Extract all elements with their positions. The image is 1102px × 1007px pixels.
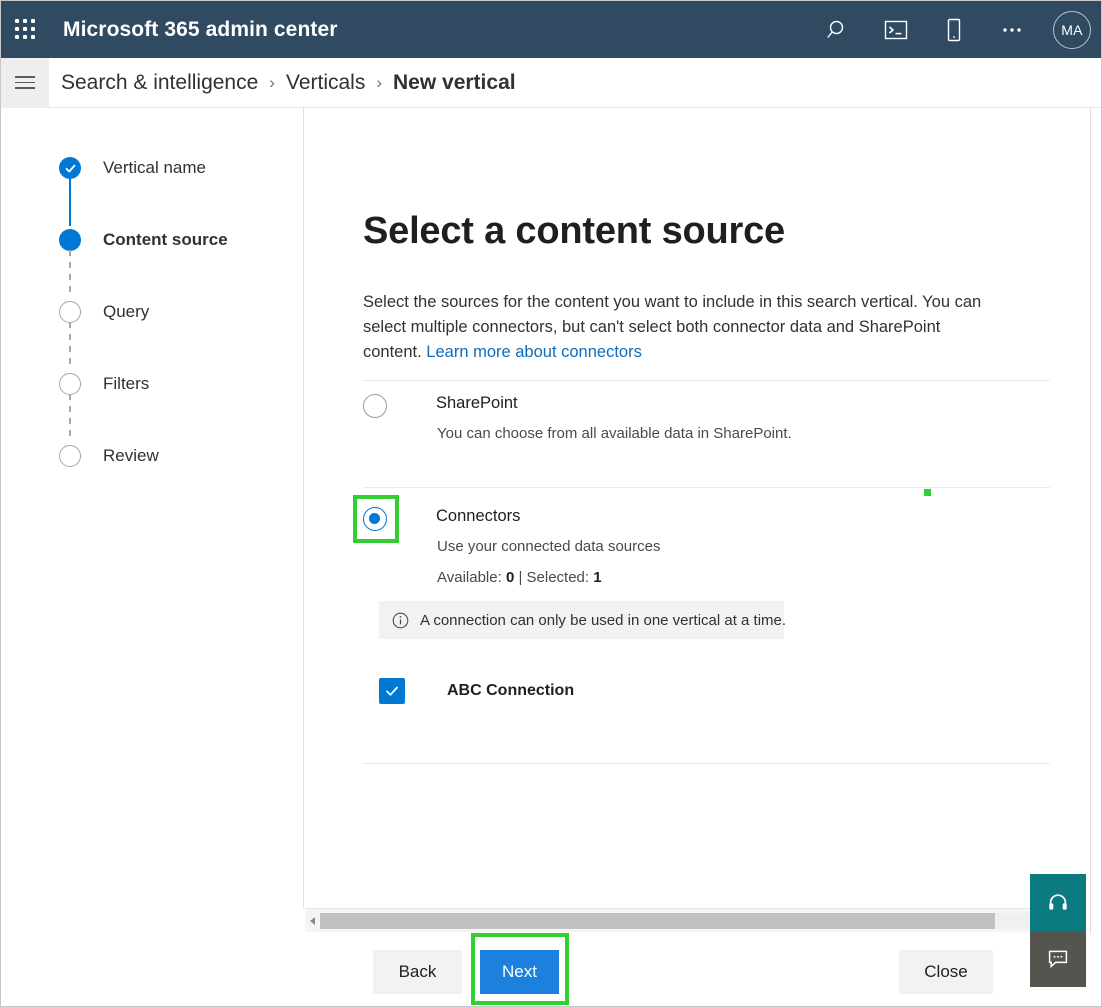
wizard-step-list: Vertical name Content source Query Filte…	[59, 156, 228, 468]
step-pending-circle-icon	[59, 373, 81, 395]
body-area: Vertical name Content source Query Filte…	[1, 108, 1101, 1006]
sharepoint-radio[interactable]	[363, 394, 387, 418]
breadcrumb-bar: Search & intelligence › Verticals › New …	[1, 57, 1101, 108]
wizard-step-label: Query	[103, 302, 150, 321]
connection-row[interactable]: ABC Connection	[379, 678, 574, 704]
step-connector	[69, 250, 71, 298]
learn-more-link[interactable]: Learn more about connectors	[426, 343, 642, 361]
breadcrumb-item-verticals[interactable]: Verticals	[286, 71, 365, 95]
step-pending-circle-icon	[59, 445, 81, 467]
app-launcher-waffle-icon[interactable]	[1, 1, 49, 58]
step-connector	[69, 322, 71, 370]
admin-center-window: Microsoft 365 admin center MA Search & i…	[0, 0, 1102, 1007]
wizard-steps-panel: Vertical name Content source Query Filte…	[1, 108, 304, 908]
available-label: Available:	[437, 569, 506, 586]
wizard-step-content-source[interactable]: Content source	[59, 228, 228, 298]
wizard-step-label: Filters	[103, 374, 150, 393]
scrollbar-thumb[interactable]	[320, 912, 995, 929]
hamburger-icon[interactable]	[1, 57, 49, 108]
option-title: SharePoint	[436, 394, 518, 412]
more-icon[interactable]	[983, 1, 1041, 58]
wizard-step-label: Review	[103, 446, 159, 465]
chevron-left-icon[interactable]	[305, 909, 320, 933]
breadcrumb-separator: ›	[269, 72, 275, 92]
close-button[interactable]: Close	[899, 950, 993, 994]
option-title: Connectors	[436, 507, 521, 525]
step-pending-circle-icon	[59, 301, 81, 323]
scrollbar-track[interactable]	[320, 912, 1050, 929]
step-connector	[69, 394, 71, 442]
page-title: Select a content source	[363, 210, 785, 252]
step-connector	[69, 178, 71, 226]
divider	[363, 380, 1050, 381]
main-content: Select a content source Select the sourc…	[305, 108, 1050, 908]
breadcrumb-item-search-intelligence[interactable]: Search & intelligence	[61, 71, 258, 95]
breadcrumb-item-new-vertical: New vertical	[393, 70, 516, 94]
wizard-step-review[interactable]: Review	[59, 444, 228, 468]
breadcrumb: Search & intelligence › Verticals › New …	[61, 71, 516, 95]
option-subtitle: You can choose from all available data i…	[437, 425, 792, 442]
info-message-text: A connection can only be used in one ver…	[420, 611, 787, 629]
waffle-grid	[14, 19, 36, 40]
wizard-step-vertical-name[interactable]: Vertical name	[59, 156, 228, 226]
suite-title: Microsoft 365 admin center	[63, 17, 338, 41]
option-subtitle: Use your connected data sources	[437, 538, 661, 555]
console-icon[interactable]	[867, 1, 925, 58]
green-dot-marker	[924, 489, 931, 496]
wizard-step-filters[interactable]: Filters	[59, 372, 228, 442]
divider	[363, 487, 1050, 488]
step-complete-check-icon	[59, 157, 81, 179]
wizard-step-label: Content source	[103, 230, 228, 249]
selected-count: 1	[593, 569, 602, 586]
wizard-step-query[interactable]: Query	[59, 300, 228, 370]
help-support-button[interactable]	[1030, 874, 1086, 931]
divider	[363, 763, 1050, 764]
mobile-icon[interactable]	[925, 1, 983, 58]
breadcrumb-separator: ›	[376, 72, 383, 92]
horizontal-scrollbar[interactable]	[305, 908, 1050, 932]
wizard-footer: Back Next Close	[1, 933, 1049, 1006]
avatar-initials: MA	[1053, 10, 1091, 49]
info-message-bar: A connection can only be used in one ver…	[379, 601, 787, 639]
option-counts: Available: 0 | Selected: 1	[437, 569, 602, 586]
abc-connection-label: ABC Connection	[447, 682, 575, 699]
hamburger-bars	[15, 72, 35, 93]
page-description: Select the sources for the content you w…	[363, 290, 993, 365]
connectors-radio[interactable]	[363, 507, 387, 531]
right-edge-border	[1090, 108, 1091, 934]
info-circle-icon	[392, 612, 409, 629]
selected-label: | Selected:	[514, 569, 594, 586]
next-button[interactable]: Next	[480, 950, 559, 994]
abc-connection-checkbox[interactable]	[379, 678, 405, 704]
search-icon[interactable]	[809, 1, 867, 58]
avatar[interactable]: MA	[1041, 1, 1101, 58]
suite-actions: MA	[809, 1, 1101, 58]
wizard-step-label: Vertical name	[103, 158, 206, 177]
back-button[interactable]: Back	[373, 950, 462, 994]
suite-header: Microsoft 365 admin center MA	[1, 1, 1101, 58]
feedback-button[interactable]	[1030, 931, 1086, 987]
step-current-dot-icon	[59, 229, 81, 251]
